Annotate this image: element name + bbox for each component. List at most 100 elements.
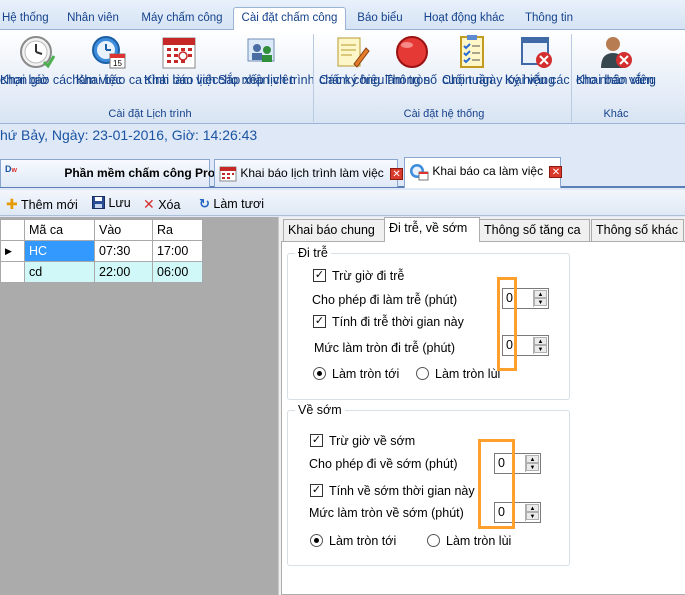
late-deduct-label: Trừ giờ đi trễ xyxy=(332,269,405,283)
doc-tab-ca-lam-viec[interactable]: Khai báo ca làm việc ✕ xyxy=(404,157,563,188)
stepper-up-icon[interactable]: ▲ xyxy=(526,504,539,512)
cac-ky-hieu-cham-cong-button[interactable]: Các ký hiệu chấm công xyxy=(319,34,384,86)
late-round-label: Mức làm tròn đi trễ (phút) xyxy=(314,341,456,355)
row-indicator-header xyxy=(0,219,25,241)
stepper-arrows: ▲ ▼ xyxy=(533,290,547,307)
delete-button[interactable]: ✕ Xóa xyxy=(143,196,180,213)
doc-tab-lich-trinh[interactable]: Khai báo lịch trình làm việc ✕ xyxy=(214,159,404,187)
cell-code[interactable]: cd xyxy=(24,261,95,283)
menu-tab-cai-dat-cham-cong[interactable]: Cài đặt chấm công xyxy=(233,7,346,31)
column-header-vao[interactable]: Vào xyxy=(94,219,153,241)
tab-thong-so-tang-ca[interactable]: Thông số tăng ca xyxy=(479,219,590,241)
refresh-button[interactable]: ↻ Làm tươi xyxy=(199,196,264,212)
ribbon-separator xyxy=(571,34,572,122)
early-round-down-label: Làm tròn lùi xyxy=(446,534,512,548)
table-row[interactable]: ▶ HC 07:30 17:00 xyxy=(0,240,203,262)
stepper-down-icon[interactable]: ▼ xyxy=(526,463,539,471)
thong-so-lam-tron-button[interactable]: Thông số làm tròn xyxy=(385,34,439,86)
khai-bao-vang-cho-nhan-vien-button[interactable]: Khai báo vắng cho nhân viên xyxy=(576,34,656,86)
early-group-caption: Về sớm xyxy=(295,403,345,417)
button-label-line2: làm tròn xyxy=(385,73,431,87)
late-count-checkbox[interactable]: ✓ xyxy=(313,315,326,328)
menu-tab-thong-tin[interactable]: Thông tin xyxy=(524,9,574,30)
close-icon[interactable]: ✕ xyxy=(549,165,563,178)
button-label-line2: cuối tuần xyxy=(442,73,493,87)
delete-x-icon: ✕ xyxy=(143,196,155,212)
khai-bao-lich-trinh-lam-viec-button[interactable]: Khai báo lịch trình làm việc xyxy=(144,34,218,86)
add-button-label: Thêm mới xyxy=(20,198,78,212)
save-button-label: Lưu xyxy=(108,196,131,210)
highlight-box xyxy=(497,277,517,371)
early-count-label: Tính về sớm thời gian này xyxy=(329,484,475,498)
early-deduct-checkbox[interactable]: ✓ xyxy=(310,434,323,447)
doc-tab-label: Khai báo ca làm việc xyxy=(432,164,544,178)
doc-tab-label: Phần mềm chấm công Pro xyxy=(64,166,216,180)
group-label-lich-trinh: Cài đặt Lịch trình xyxy=(108,108,192,120)
button-label-line2: loại vắng xyxy=(505,73,556,87)
save-button[interactable]: Lưu xyxy=(92,196,131,210)
row-indicator xyxy=(0,261,25,283)
toolbar: ✚ Thêm mới Lưu ✕ Xóa ↻ Làm tươi xyxy=(0,190,685,216)
cell-out[interactable]: 06:00 xyxy=(152,261,203,283)
chon-ngay-cuoi-tuan-button[interactable]: Chọn ngày cuối tuần xyxy=(442,34,502,86)
early-count-checkbox[interactable]: ✓ xyxy=(310,484,323,497)
menu-tab-nhan-vien[interactable]: Nhân viên xyxy=(64,9,122,30)
close-icon[interactable]: ✕ xyxy=(390,167,404,180)
stepper-up-icon[interactable]: ▲ xyxy=(534,290,547,298)
tab-di-tre-ve-som[interactable]: Đi trễ, về sớm xyxy=(384,217,480,242)
absence-icon xyxy=(521,37,552,68)
stepper-arrows: ▲ ▼ xyxy=(533,337,547,354)
menu-tab-bao-bieu[interactable]: Báo biểu xyxy=(356,9,404,30)
column-header-ra[interactable]: Ra xyxy=(152,219,203,241)
button-label-line2: trình làm việc xyxy=(144,73,219,87)
button-label-line2: cho nhân viên xyxy=(576,73,654,87)
table-row[interactable]: cd 22:00 06:00 xyxy=(0,261,203,283)
doc-tab-phan-mem[interactable]: Dw Phần mềm chấm công Pro xyxy=(0,159,215,187)
cell-code[interactable]: HC xyxy=(24,240,95,262)
cell-in[interactable]: 07:30 xyxy=(94,240,153,262)
document-tabs: Dw Phần mềm chấm công Pro Khai báo lịch … xyxy=(0,156,685,188)
user-remove-icon xyxy=(601,37,632,68)
stepper-down-icon[interactable]: ▼ xyxy=(526,512,539,520)
calendar-icon xyxy=(219,166,237,182)
ky-hieu-cac-loai-vang-button[interactable]: Ký hiệu các loại vắng xyxy=(505,34,570,86)
late-round-down-radio[interactable] xyxy=(416,367,429,380)
menu-tab-hoat-dong-khac[interactable]: Hoạt động khác xyxy=(422,9,506,30)
tab-khai-bao-chung[interactable]: Khai báo chung xyxy=(283,219,385,241)
add-button[interactable]: ✚ Thêm mới xyxy=(6,196,78,213)
late-count-label: Tính đi trễ thời gian này xyxy=(332,315,464,329)
cell-out[interactable]: 17:00 xyxy=(152,240,203,262)
early-allow-label: Cho phép đi về sớm (phút) xyxy=(309,457,458,471)
late-round-down-label: Làm tròn lùi xyxy=(435,367,501,381)
tab-thong-so-khac[interactable]: Thông số khác xyxy=(591,219,684,241)
late-allow-label: Cho phép đi làm trễ (phút) xyxy=(312,293,458,307)
menu-tab-he-thong[interactable]: Hệ thống xyxy=(2,9,49,30)
stepper-down-icon[interactable]: ▼ xyxy=(534,298,547,306)
khai-bao-cach-chon-gio-button[interactable]: Khai báo cách chọn giờ xyxy=(0,34,79,86)
floppy-disk-icon xyxy=(92,196,105,209)
stepper-up-icon[interactable]: ▲ xyxy=(526,455,539,463)
app-logo-icon: Dw xyxy=(5,163,17,174)
red-circle-icon xyxy=(396,36,428,68)
shift-detail-pane: Khai báo chung Đi trễ, về sớm Thông số t… xyxy=(278,217,685,595)
khai-bao-ca-lam-viec-button[interactable]: 15 Khai báo ca làm việc xyxy=(76,34,142,86)
early-round-down-radio[interactable] xyxy=(427,534,440,547)
sap-xep-lich-trinh-button[interactable]: Sắp xếp lịch trình cho nhân viên xyxy=(218,34,315,86)
shift-grid-area: Mã ca Vào Ra ▶ HC 07:30 17:00 cd 22:00 0… xyxy=(0,217,278,595)
early-round-up-radio[interactable] xyxy=(310,534,323,547)
menu-tab-may-cham-cong[interactable]: Máy chấm công xyxy=(140,9,224,30)
stepper-down-icon[interactable]: ▼ xyxy=(534,345,547,353)
button-label-line2: chấm công xyxy=(319,73,381,87)
late-round-up-label: Làm tròn tới xyxy=(332,367,400,381)
cell-in[interactable]: 22:00 xyxy=(94,261,153,283)
late-round-up-radio[interactable] xyxy=(313,367,326,380)
group-label-khac: Khác xyxy=(603,108,629,120)
doc-tab-label: Khai báo lịch trình làm việc xyxy=(240,166,384,180)
refresh-icon: ↻ xyxy=(199,196,210,211)
button-label-line2: làm việc xyxy=(76,73,122,87)
shift-table: Mã ca Vào Ra ▶ HC 07:30 17:00 cd 22:00 0… xyxy=(0,219,203,283)
clock-icon xyxy=(20,36,56,69)
column-header-ma-ca[interactable]: Mã ca xyxy=(24,219,95,241)
late-deduct-checkbox[interactable]: ✓ xyxy=(313,269,326,282)
stepper-up-icon[interactable]: ▲ xyxy=(534,337,547,345)
